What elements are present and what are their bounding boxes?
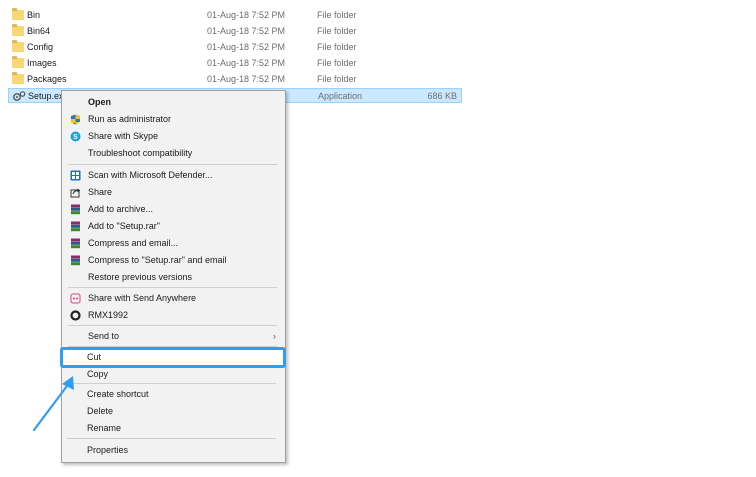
menu-label: Rename [87,423,122,433]
menu-item-share-skype[interactable]: S Share with Skype [63,128,284,145]
menu-separator [68,287,277,288]
menu-label: Share with Send Anywhere [88,293,197,303]
shield-icon [71,114,80,125]
menu-label: Share with Skype [88,131,159,141]
file-name: Bin64 [27,26,51,36]
menu-label: Cut [87,352,102,362]
folder-icon [12,8,24,20]
file-date: 01-Aug-18 7:52 PM [207,10,286,20]
menu-item-cut[interactable]: Cut [62,349,283,366]
chevron-right-icon: › [273,331,276,341]
menu-label: Add to "Setup.rar" [88,221,160,231]
send-anywhere-icon [70,293,81,304]
menu-label: Share [88,187,113,197]
file-type: File folder [317,58,357,68]
menu-label: Compress and email... [88,238,179,248]
menu-separator [68,325,277,326]
menu-item-compress-rar-email[interactable]: Compress to "Setup.rar" and email [63,252,284,269]
menu-label: Create shortcut [87,389,149,399]
setup-app-icon [13,91,26,101]
skype-icon: S [70,131,81,142]
menu-label: Scan with Microsoft Defender... [88,170,213,180]
file-row-bin[interactable]: Bin 01-Aug-18 7:52 PM File folder [8,8,462,23]
menu-label: Run as administrator [88,114,172,124]
winrar-icon [71,238,80,249]
file-size: 686 KB [427,91,457,101]
folder-icon [12,72,24,84]
file-date: 01-Aug-18 7:52 PM [207,58,286,68]
file-date: 01-Aug-18 7:52 PM [207,26,286,36]
file-type: File folder [317,74,357,84]
menu-label: Compress to "Setup.rar" and email [88,255,227,265]
share-icon [70,188,81,198]
menu-item-restore-versions[interactable]: Restore previous versions [63,269,284,286]
device-ring-icon [70,310,81,321]
menu-label: Properties [87,445,129,455]
menu-label: Open [88,97,112,107]
menu-item-add-archive[interactable]: Add to archive... [63,201,284,218]
menu-label: Copy [87,369,109,379]
file-type: File folder [317,42,357,52]
menu-separator [68,164,277,165]
file-row-images[interactable]: Images 01-Aug-18 7:52 PM File folder [8,56,462,71]
winrar-icon [71,255,80,266]
winrar-icon [71,204,80,215]
file-type: File folder [317,10,357,20]
folder-icon [12,56,24,68]
file-name: Bin [27,10,41,20]
file-name: Packages [27,74,67,84]
menu-item-open[interactable]: Open [63,94,284,111]
svg-text:S: S [73,134,78,141]
menu-label: RMX1992 [88,310,129,320]
menu-item-share[interactable]: Share [63,184,284,201]
menu-item-troubleshoot[interactable]: Troubleshoot compatibility [63,145,284,162]
file-row-packages[interactable]: Packages 01-Aug-18 7:52 PM File folder [8,72,462,87]
menu-item-create-shortcut[interactable]: Create shortcut [62,386,283,403]
menu-label: Troubleshoot compatibility [88,148,193,158]
file-type: Application [318,91,363,101]
file-row-bin64[interactable]: Bin64 01-Aug-18 7:52 PM File folder [8,24,462,39]
menu-item-add-setup-rar[interactable]: Add to "Setup.rar" [63,218,284,235]
defender-icon [70,170,81,181]
winrar-icon [71,221,80,232]
menu-item-run-as-admin[interactable]: Run as administrator [63,111,284,128]
file-date: 01-Aug-18 7:52 PM [207,74,286,84]
menu-item-share-send-anywhere[interactable]: Share with Send Anywhere [63,290,284,307]
menu-label: Send to [88,331,120,341]
menu-item-scan-defender[interactable]: Scan with Microsoft Defender... [63,167,284,184]
menu-item-rename[interactable]: Rename [62,420,283,437]
menu-item-compress-email[interactable]: Compress and email... [63,235,284,252]
menu-item-rmx[interactable]: RMX1992 [63,307,284,324]
file-name: Setup.ex [28,91,64,101]
file-name: Images [27,58,57,68]
file-type: File folder [317,26,357,36]
menu-item-send-to[interactable]: Send to › [63,328,284,345]
file-name: Config [27,42,54,52]
pointer-arrow-icon [32,376,74,432]
menu-label: Delete [87,406,114,416]
folder-icon [12,40,24,52]
folder-icon [12,24,24,36]
menu-label: Add to archive... [88,204,154,214]
menu-label: Restore previous versions [88,272,193,282]
file-row-config[interactable]: Config 01-Aug-18 7:52 PM File folder [8,40,462,55]
menu-item-copy[interactable]: Copy [62,366,283,383]
file-date: 01-Aug-18 7:52 PM [207,42,286,52]
menu-item-properties[interactable]: Properties [62,442,283,459]
menu-item-delete[interactable]: Delete [62,403,283,420]
